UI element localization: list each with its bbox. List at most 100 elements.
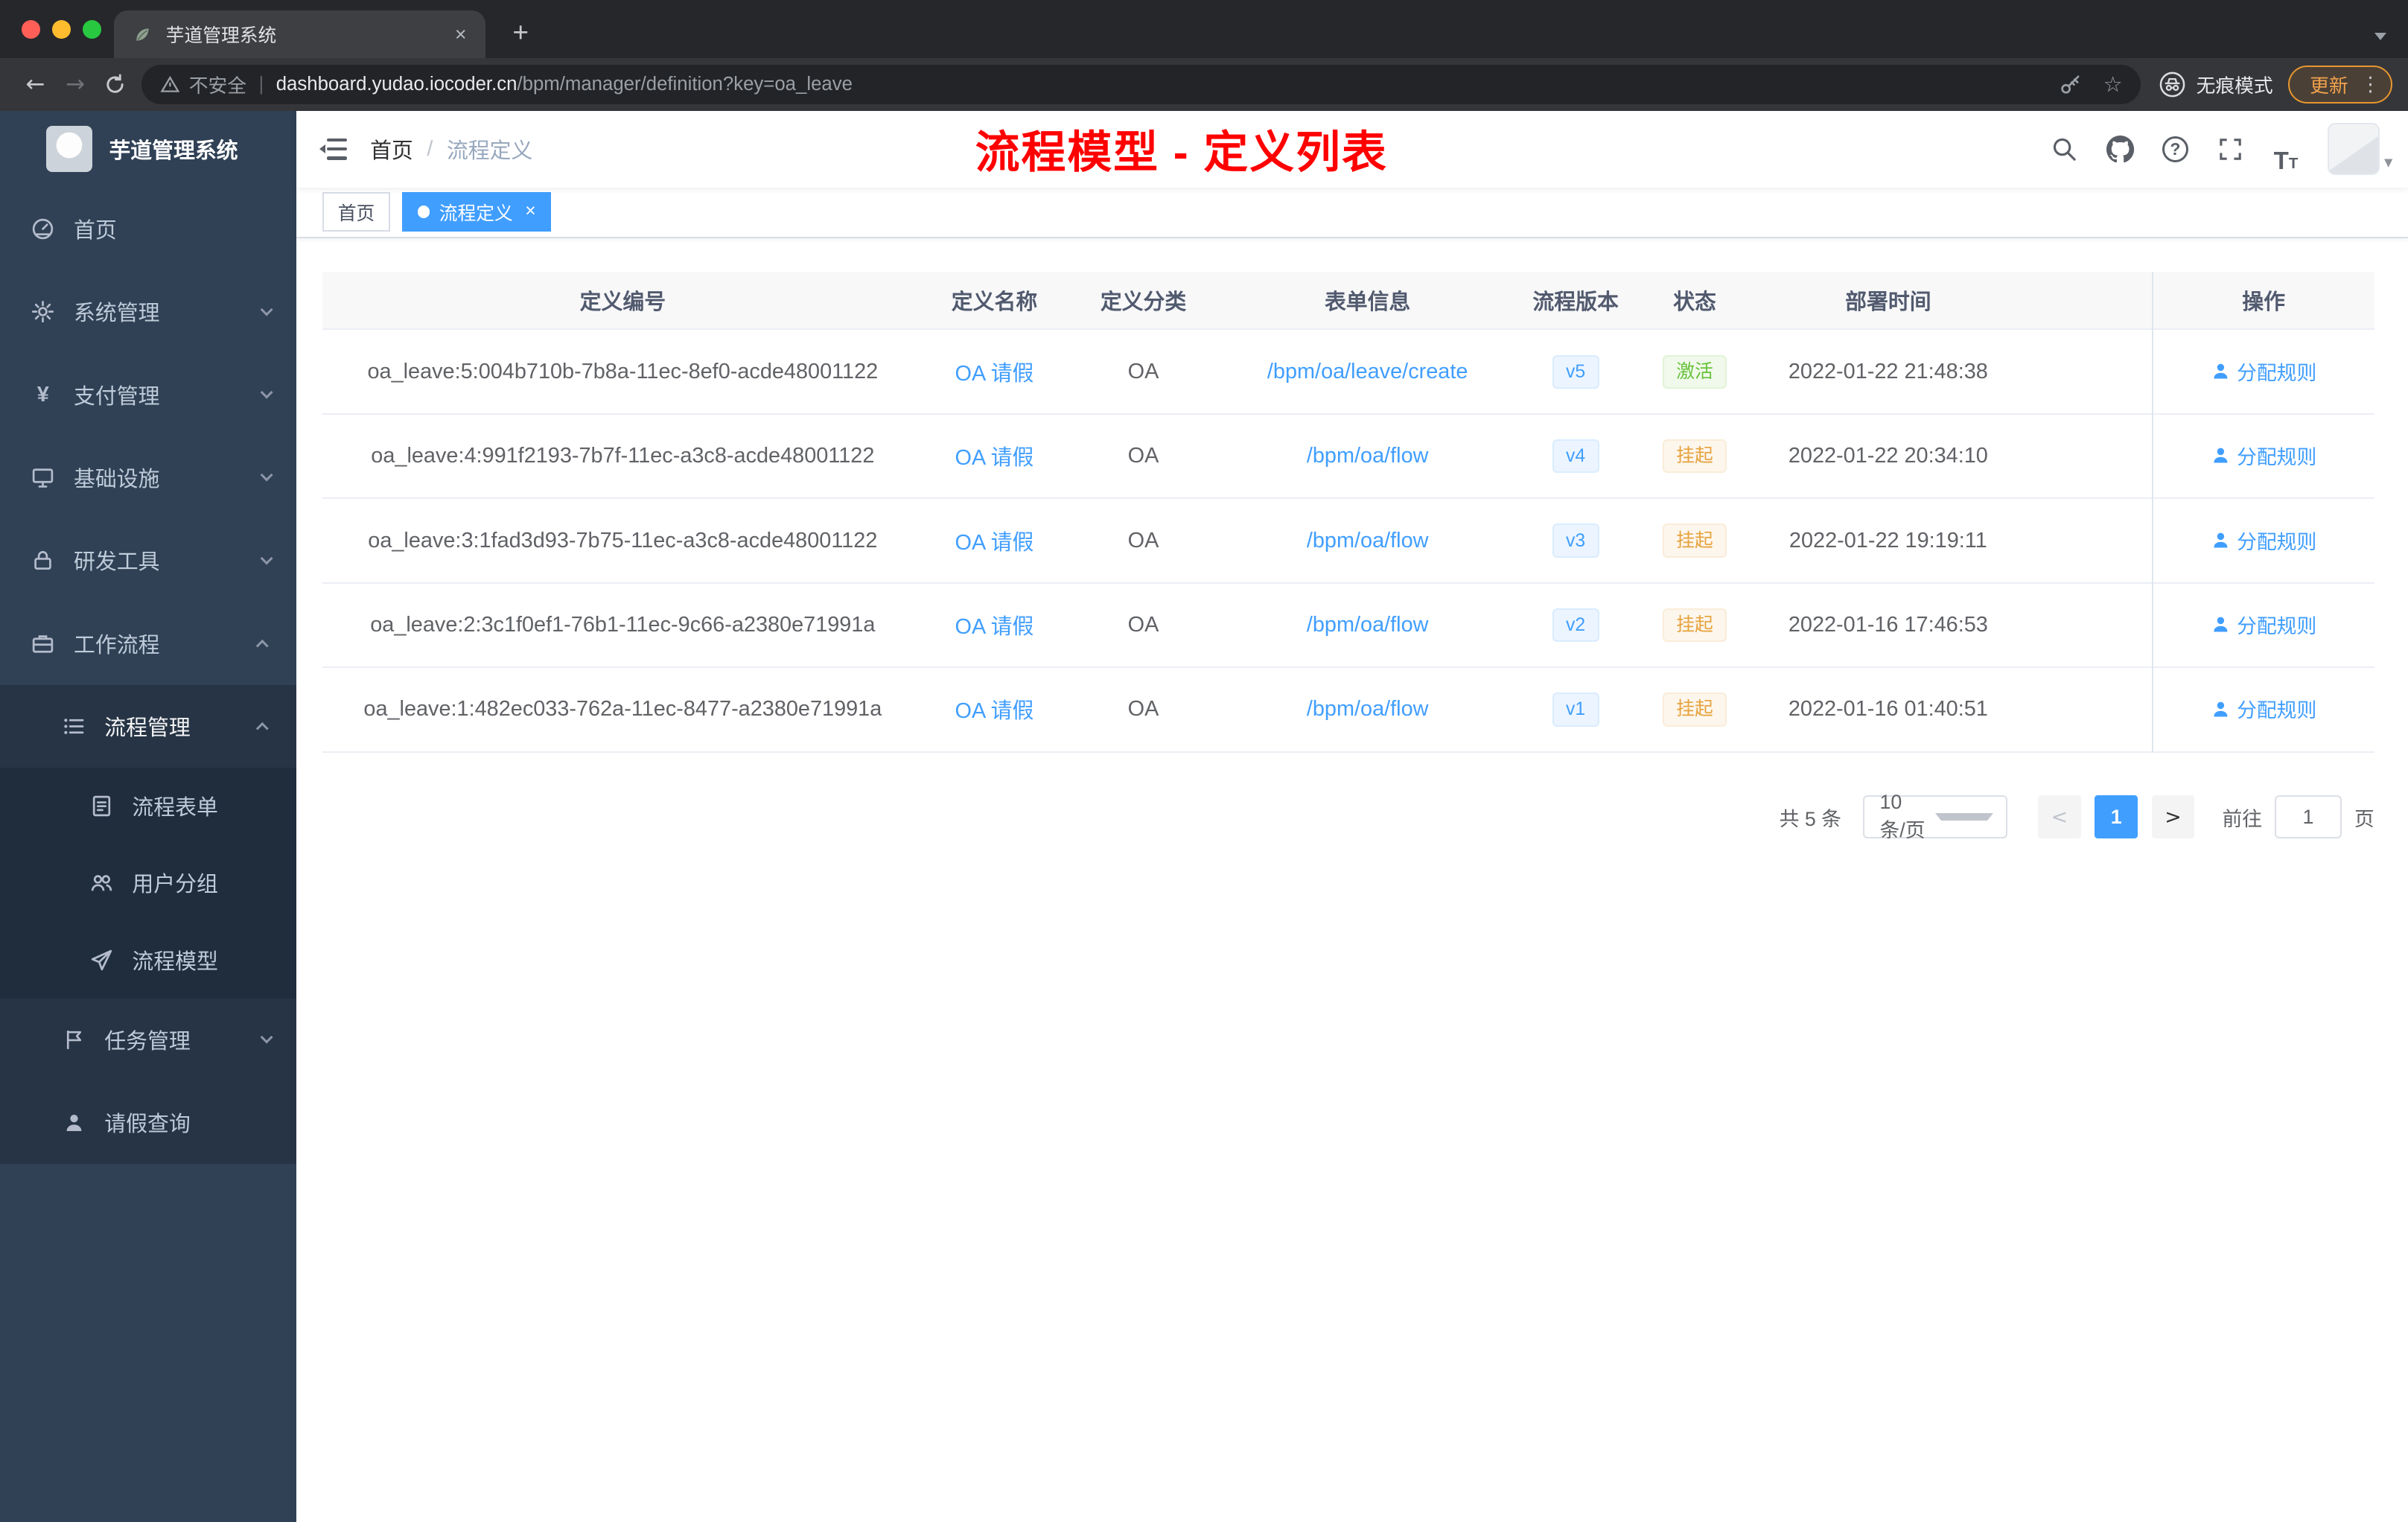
minimize-window-button[interactable] xyxy=(52,19,71,39)
browser-toolbar: ← → 不安全 | dashboard.yudao.iocoder.cn/bpm… xyxy=(0,58,2408,111)
page-number-button[interactable]: 1 xyxy=(2095,795,2138,839)
sidebar-item-infrastructure[interactable]: 基础设施 xyxy=(0,436,296,519)
new-tab-button[interactable]: + xyxy=(500,13,541,53)
sidebar-item-process-form[interactable]: 流程表单 xyxy=(0,768,297,845)
chevron-down-icon xyxy=(259,303,273,316)
tag-close-icon[interactable]: × xyxy=(522,202,535,221)
form-link[interactable]: /bpm/oa/flow xyxy=(1307,697,1429,721)
form-link[interactable]: /bpm/oa/flow xyxy=(1307,529,1429,553)
sidebar-item-user-group[interactable]: 用户分组 xyxy=(0,844,297,922)
chevron-down-icon xyxy=(259,1031,273,1045)
tab-search-chevron-icon[interactable] xyxy=(2374,32,2387,40)
definition-id: oa_leave:5:004b710b-7b8a-11ec-8ef0-acde4… xyxy=(367,359,879,383)
chevron-down-icon xyxy=(259,552,273,565)
status-badge: 挂起 xyxy=(1662,692,1727,727)
page-title-annotation: 流程模型 - 定义列表 xyxy=(975,127,1388,178)
breadcrumb-home[interactable]: 首页 xyxy=(370,134,413,165)
status-badge: 挂起 xyxy=(1662,439,1727,474)
forward-button[interactable]: → xyxy=(55,65,95,105)
search-icon[interactable] xyxy=(2042,126,2088,172)
briefcase-icon xyxy=(31,631,55,656)
list-icon xyxy=(62,714,86,739)
form-link[interactable]: /bpm/oa/leave/create xyxy=(1267,360,1468,383)
sidebar-item-leave-query[interactable]: 请假查询 xyxy=(0,1081,297,1165)
page-size-select[interactable]: 10条/页 xyxy=(1862,791,2007,841)
breadcrumb: 首页 / 流程定义 xyxy=(370,134,532,165)
sidebar-item-label: 流程管理 xyxy=(104,716,191,741)
navbar-actions: ? TT ▾ xyxy=(2042,123,2408,176)
reload-button[interactable] xyxy=(95,65,136,105)
help-icon[interactable]: ? xyxy=(2153,126,2199,172)
form-link[interactable]: /bpm/oa/flow xyxy=(1307,613,1429,637)
sidebar-item-system[interactable]: 系统管理 xyxy=(0,270,296,353)
browser-update-button[interactable]: 更新 ⋮ xyxy=(2288,65,2393,104)
sidebar-item-devtools[interactable]: 研发工具 xyxy=(0,519,296,602)
definition-name-link[interactable]: OA 请假 xyxy=(955,446,1034,470)
deploy-time: 2022-01-22 21:48:38 xyxy=(1788,359,1988,383)
user-menu[interactable]: ▾ xyxy=(2327,123,2392,176)
fullscreen-icon[interactable] xyxy=(2208,126,2254,172)
sidebar-item-label: 首页 xyxy=(74,218,117,243)
version-tag: v2 xyxy=(1552,608,1599,643)
version-tag: v5 xyxy=(1552,354,1599,389)
back-button[interactable]: ← xyxy=(16,65,56,105)
tab-close-icon[interactable]: × xyxy=(448,22,473,47)
maximize-window-button[interactable] xyxy=(83,19,102,39)
github-icon[interactable] xyxy=(2097,126,2143,172)
page-unit-label: 页 xyxy=(2354,807,2374,830)
next-page-button[interactable]: > xyxy=(2151,795,2195,839)
password-key-icon[interactable] xyxy=(2059,73,2082,96)
dashboard-icon xyxy=(31,217,55,241)
prev-page-button[interactable]: < xyxy=(2037,795,2081,839)
breadcrumb-separator: / xyxy=(427,136,433,161)
close-window-button[interactable] xyxy=(21,19,40,39)
form-link[interactable]: /bpm/oa/flow xyxy=(1307,444,1429,468)
assign-rule-link[interactable]: 分配规则 xyxy=(2211,610,2316,639)
sidebar-item-process-model[interactable]: 流程模型 xyxy=(0,921,297,999)
browser-window: 芋道管理系统 × + ← → 不安全 | dashboard.yudao.ioc… xyxy=(0,0,2408,111)
definition-category: OA xyxy=(1127,359,1159,383)
incognito-label: 无痕模式 xyxy=(2196,75,2273,97)
browser-menu-icon[interactable]: ⋮ xyxy=(2360,73,2380,96)
address-bar[interactable]: 不安全 | dashboard.yudao.iocoder.cn/bpm/man… xyxy=(141,64,2141,105)
deploy-time: 2022-01-16 17:46:53 xyxy=(1788,612,1988,637)
security-warning-icon[interactable] xyxy=(159,74,180,95)
pagination: 共 5 条 10条/页 < 1 > 前往 页 xyxy=(322,791,2374,841)
sidebar-logo[interactable]: 芋道管理系统 xyxy=(0,111,296,188)
definition-name-link[interactable]: OA 请假 xyxy=(955,362,1034,386)
font-size-icon[interactable]: TT xyxy=(2263,126,2309,173)
sidebar-item-task-management[interactable]: 任务管理 xyxy=(0,998,297,1081)
sidebar-item-home[interactable]: 首页 xyxy=(0,188,296,270)
app-title: 芋道管理系统 xyxy=(109,138,238,163)
column-header: 定义名称 xyxy=(951,290,1038,314)
sidebar-item-label: 流程表单 xyxy=(132,796,218,821)
sidebar-item-payment[interactable]: ¥ 支付管理 xyxy=(0,353,296,436)
tag-home[interactable]: 首页 xyxy=(322,191,390,232)
chevron-down-icon xyxy=(259,386,273,399)
status-badge: 挂起 xyxy=(1662,523,1727,558)
assign-rule-link[interactable]: 分配规则 xyxy=(2211,441,2316,470)
bookmark-star-icon[interactable]: ☆ xyxy=(2103,71,2123,97)
tag-process-definition[interactable]: 流程定义 × xyxy=(402,191,552,232)
flag-icon xyxy=(62,1028,86,1052)
sidebar-toggle-button[interactable] xyxy=(296,111,370,188)
paper-plane-icon xyxy=(89,948,114,972)
browser-tab[interactable]: 芋道管理系统 × xyxy=(113,10,485,59)
form-icon xyxy=(89,794,114,818)
definition-name-link[interactable]: OA 请假 xyxy=(955,615,1034,639)
incognito-icon xyxy=(2159,71,2185,98)
sidebar-item-workflow[interactable]: 工作流程 xyxy=(0,602,296,685)
assign-rule-link[interactable]: 分配规则 xyxy=(2211,526,2316,555)
status-badge: 挂起 xyxy=(1662,608,1727,643)
sidebar-item-process-management[interactable]: 流程管理 xyxy=(0,684,297,768)
avatar xyxy=(2327,123,2380,176)
window-controls xyxy=(21,19,102,39)
definition-name-link[interactable]: OA 请假 xyxy=(955,531,1034,555)
version-tag: v3 xyxy=(1552,523,1599,558)
definition-name-link[interactable]: OA 请假 xyxy=(955,699,1034,723)
goto-page-input[interactable] xyxy=(2274,795,2342,839)
page-size-value: 10条/页 xyxy=(1879,791,1926,842)
assign-rule-link[interactable]: 分配规则 xyxy=(2211,694,2316,723)
assign-rule-link[interactable]: 分配规则 xyxy=(2211,357,2316,386)
lock-icon xyxy=(31,548,55,573)
